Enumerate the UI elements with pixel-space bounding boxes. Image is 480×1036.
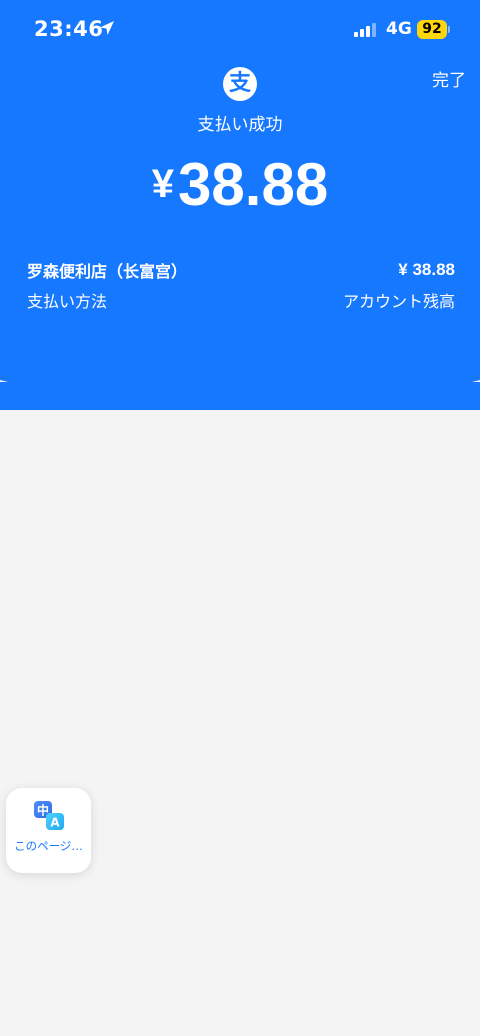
done-button[interactable]: 完了	[432, 66, 466, 91]
signal-icon	[354, 23, 376, 37]
status-bar: 23:46 4G 92	[0, 0, 480, 60]
battery-level: 92	[417, 20, 447, 39]
alipay-logo-icon: 支	[223, 67, 257, 101]
alipay-logo-glyph: 支	[228, 71, 251, 96]
payment-method-row: 支払い方法 アカウント残高	[27, 288, 455, 312]
payment-method-value: アカウント残高	[342, 292, 455, 311]
translate-glyph-zh: 中	[37, 803, 49, 818]
translate-page-button[interactable]: 中 A このページ…	[6, 788, 91, 873]
translate-glyph-en: A	[50, 816, 60, 830]
header-curve	[0, 340, 480, 410]
payment-amount: ¥38.88	[0, 150, 480, 219]
merchant-amount: ¥ 38.88	[398, 260, 455, 279]
battery-icon: 92	[417, 20, 450, 39]
merchant-row: 罗森便利店（长富宫） ¥ 38.88	[27, 258, 455, 282]
merchant-name: 罗森便利店（长富宫）	[27, 262, 188, 281]
location-arrow-icon	[100, 21, 114, 35]
amount-value: 38.88	[178, 151, 329, 218]
payment-method-label: 支払い方法	[27, 292, 108, 311]
status-time: 23:46	[34, 17, 104, 41]
payment-success-title: 支払い成功	[197, 115, 283, 135]
network-type: 4G	[386, 19, 412, 39]
translate-label: このページ…	[14, 839, 83, 853]
currency-symbol: ¥	[151, 162, 175, 206]
translate-icon: 中 A	[34, 801, 64, 830]
